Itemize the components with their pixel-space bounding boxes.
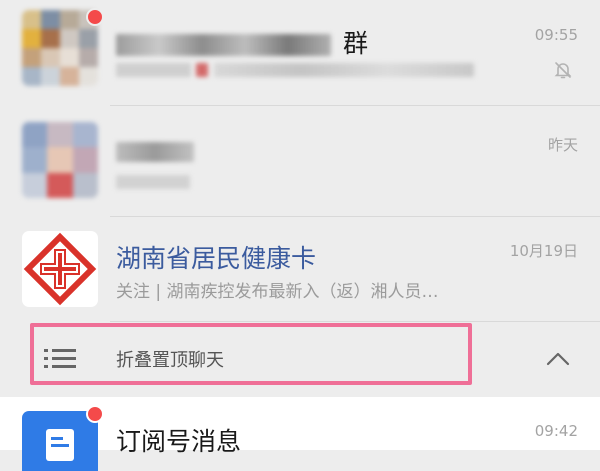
- chat-row-subscription[interactable]: 订阅号消息 09:42: [0, 397, 600, 471]
- masked-title: [116, 29, 339, 58]
- chat-title: 湖南省居民健康卡: [116, 244, 317, 273]
- chat-title: 群: [116, 24, 368, 60]
- chat-time: 09:55: [534, 26, 578, 44]
- chat-time: 昨天: [547, 136, 578, 154]
- chat-row-health-card[interactable]: 湖南省居民健康卡 关注 | 湖南疾控发布最新入（返）湘人员… 10月19日: [0, 217, 600, 321]
- group-suffix: 群: [342, 29, 368, 58]
- subscription-icon: [46, 429, 74, 461]
- contact-avatar: [22, 122, 98, 198]
- chat-time: 09:42: [534, 422, 578, 440]
- unread-dot: [86, 8, 104, 26]
- chevron-up-icon[interactable]: [546, 351, 570, 370]
- chat-row-group[interactable]: 群 09:55: [0, 0, 600, 105]
- health-card-avatar: [22, 231, 98, 307]
- chat-time: 10月19日: [509, 242, 578, 260]
- masked-title: [116, 136, 194, 165]
- chat-title: 订阅号消息: [116, 427, 242, 456]
- chat-preview: 关注 | 湖南疾控发布最新入（返）湘人员…: [116, 282, 439, 302]
- masked-preview: [116, 60, 474, 80]
- unread-dot: [86, 405, 104, 423]
- chat-row-contact[interactable]: 昨天: [0, 106, 600, 216]
- subscription-avatar: [22, 411, 98, 471]
- red-cross-icon: [23, 232, 97, 306]
- bell-muted-icon: [553, 60, 573, 80]
- masked-preview: [116, 172, 190, 192]
- highlight-box: [30, 323, 472, 385]
